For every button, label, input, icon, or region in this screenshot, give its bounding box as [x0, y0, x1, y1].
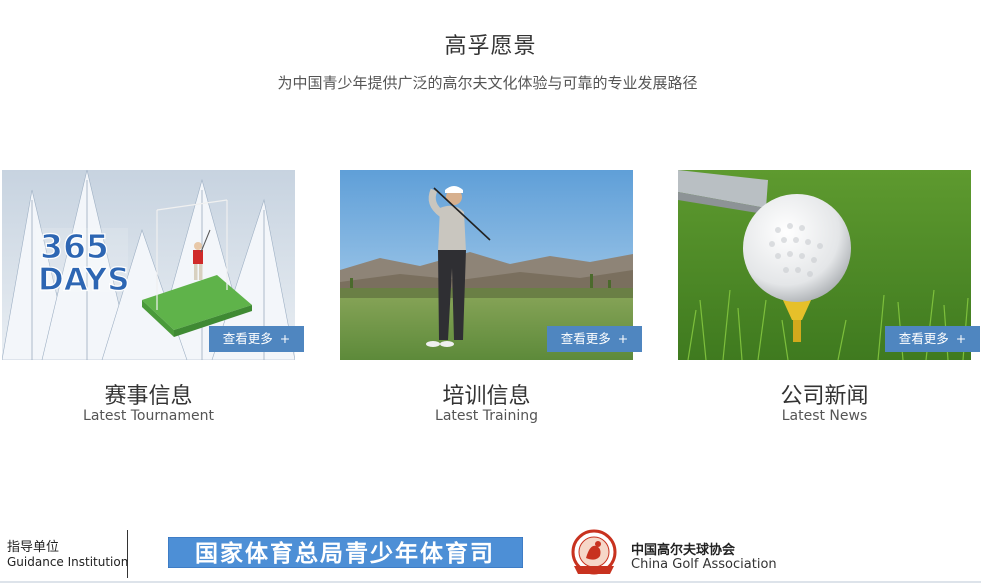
plus-icon: + [617, 331, 629, 346]
banner-text: 国家体育总局青少年体育司 [195, 540, 495, 567]
training-more-button[interactable]: 查看更多 + [547, 326, 642, 352]
footer-divider [127, 530, 128, 578]
news-subtitle: Latest News [781, 408, 868, 424]
more-button-label: 查看更多 [560, 331, 611, 346]
association-name-cn: 中国高尔夫球协会 [631, 543, 736, 558]
footer-guidance: 指导单位 Guidance Institution 国家体育总局青少年体育司 中… [0, 520, 981, 584]
guidance-label: 指导单位 [7, 540, 60, 555]
section-subtitle: 为中国青少年提供广泛的高尔夫文化体验与可靠的专业发展路径 [277, 74, 698, 92]
tournament-title[interactable]: 赛事信息 [2, 378, 295, 410]
sport-administration-banner[interactable]: 国家体育总局青少年体育司 [167, 536, 524, 569]
tournament-subtitle: Latest Tournament [83, 408, 214, 424]
guidance-label-en: Guidance Institution [7, 555, 129, 569]
china-golf-association-logo[interactable] [564, 528, 624, 578]
footer-bottom-border [0, 581, 981, 583]
plus-icon: + [955, 331, 967, 346]
news-title[interactable]: 公司新闻 [678, 378, 971, 410]
training-subtitle: Latest Training [435, 408, 538, 424]
more-button-label: 查看更多 [898, 331, 949, 346]
association-name-en: China Golf Association [631, 557, 777, 572]
training-title[interactable]: 培训信息 [340, 378, 633, 410]
news-more-button[interactable]: 查看更多 + [885, 326, 980, 352]
section-title: 高孚愿景 [444, 34, 537, 59]
plus-icon: + [279, 331, 291, 346]
tournament-365-text: 365 [40, 227, 109, 266]
more-button-label: 查看更多 [222, 331, 273, 346]
tournament-days-text: DAYS [38, 262, 130, 298]
tournament-more-button[interactable]: 查看更多 + [209, 326, 304, 352]
